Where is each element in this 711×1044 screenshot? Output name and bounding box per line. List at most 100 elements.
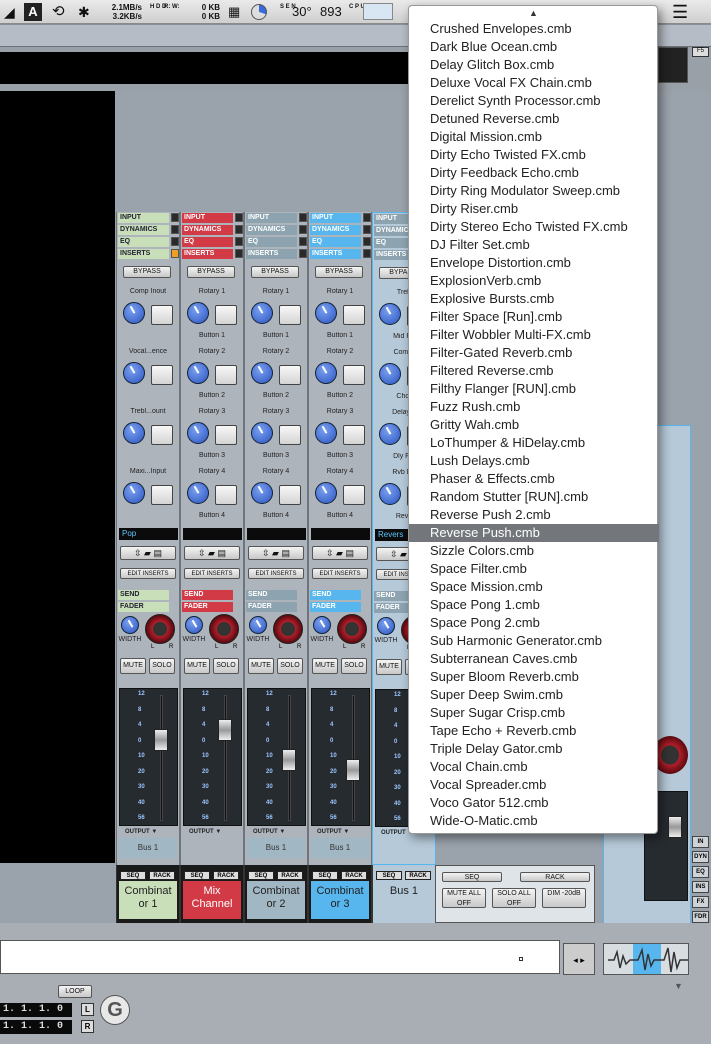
loop-button[interactable]: LOOP: [58, 985, 92, 998]
lane-input[interactable]: INPUT: [182, 213, 233, 223]
menu-item[interactable]: Fuzz Rush.cmb: [409, 398, 659, 416]
lane-led[interactable]: [299, 249, 307, 258]
time-machine-icon[interactable]: ⟲: [52, 0, 65, 24]
menu-item[interactable]: Wide-O-Matic.cmb: [409, 812, 659, 830]
master-seq-button[interactable]: SEQ: [442, 872, 502, 882]
scroll-up-icon[interactable]: ▲: [529, 8, 538, 18]
menu-item[interactable]: Detuned Reverse.cmb: [409, 110, 659, 128]
rotary-knob[interactable]: [187, 302, 209, 324]
lane-input[interactable]: INPUT: [118, 213, 169, 223]
lane-eq[interactable]: EQ: [246, 237, 297, 247]
side-button-in[interactable]: IN: [692, 836, 709, 848]
menu-item[interactable]: LoThumper & HiDelay.cmb: [409, 434, 659, 452]
master-rack-button[interactable]: RACK: [520, 872, 590, 882]
patch-button[interactable]: [151, 365, 173, 385]
lane-led[interactable]: [171, 237, 179, 246]
bluetooth-icon[interactable]: ✱: [78, 0, 90, 24]
menu-item[interactable]: Gritty Wah.cmb: [409, 416, 659, 434]
lane-send[interactable]: SEND: [118, 590, 169, 600]
lane-led[interactable]: [299, 237, 307, 246]
patch-button[interactable]: [215, 485, 237, 505]
solo-button[interactable]: SOLO: [277, 658, 303, 674]
menu-item[interactable]: Filthy Flanger [RUN].cmb: [409, 380, 659, 398]
scroll-down-icon[interactable]: ▼: [674, 981, 683, 991]
lane-eq[interactable]: EQ: [182, 237, 233, 247]
mute-button[interactable]: MUTE: [376, 659, 402, 675]
lane-led[interactable]: [363, 249, 371, 258]
patch-button[interactable]: [151, 485, 173, 505]
lane-dynamics[interactable]: DYNAMICS: [310, 225, 361, 235]
lane-send[interactable]: SEND: [310, 590, 361, 600]
rotary-knob[interactable]: [379, 363, 401, 385]
rotary-knob[interactable]: [379, 423, 401, 445]
menu-item[interactable]: Envelope Distortion.cmb: [409, 254, 659, 272]
patch-button[interactable]: [343, 485, 365, 505]
rack-button[interactable]: RACK: [341, 871, 367, 880]
menu-item[interactable]: Phaser & Effects.cmb: [409, 470, 659, 488]
side-button-fdr[interactable]: FDR: [692, 911, 709, 923]
solo-button[interactable]: SOLO: [213, 658, 239, 674]
menu-item[interactable]: ExplosionVerb.cmb: [409, 272, 659, 290]
menu-item[interactable]: Reverse Push 2.cmb: [409, 506, 659, 524]
menu-item[interactable]: Sub Harmonic Generator.cmb: [409, 632, 659, 650]
seq-button[interactable]: SEQ: [184, 871, 210, 880]
edit-inserts-button[interactable]: EDIT INSERTS: [312, 568, 368, 579]
width-knob[interactable]: [313, 616, 331, 634]
solo-button[interactable]: SOLO: [149, 658, 175, 674]
seq-button[interactable]: SEQ: [376, 871, 402, 880]
lane-led[interactable]: [363, 237, 371, 246]
patch-browse-buttons[interactable]: ⇳ ▰ ▤: [312, 546, 368, 560]
patch-button[interactable]: [343, 305, 365, 325]
lane-led[interactable]: [363, 225, 371, 234]
app-logo-icon[interactable]: A: [24, 3, 42, 21]
rack-button[interactable]: RACK: [149, 871, 175, 880]
menu-item[interactable]: Subterranean Caves.cmb: [409, 650, 659, 668]
lane-led[interactable]: [235, 225, 243, 234]
rotary-knob[interactable]: [187, 422, 209, 444]
menu-item[interactable]: Filter Wobbler Multi-FX.cmb: [409, 326, 659, 344]
patch-button[interactable]: [279, 305, 301, 325]
rotary-knob[interactable]: [251, 362, 273, 384]
patch-button[interactable]: [215, 365, 237, 385]
output-selector[interactable]: OUTPUT ▼: [253, 829, 285, 835]
rotary-knob[interactable]: [123, 422, 145, 444]
seq-button[interactable]: SEQ: [248, 871, 274, 880]
lane-input[interactable]: INPUT: [310, 213, 361, 223]
lane-led[interactable]: [171, 225, 179, 234]
width-knob[interactable]: [377, 617, 395, 635]
menu-item[interactable]: Dirty Riser.cmb: [409, 200, 659, 218]
menu-item[interactable]: Deluxe Vocal FX Chain.cmb: [409, 74, 659, 92]
bypass-button[interactable]: BYPASS: [251, 266, 299, 278]
menu-item[interactable]: Filter Space [Run].cmb: [409, 308, 659, 326]
menu-item[interactable]: Voco Gator 512.cmb: [409, 794, 659, 812]
menu-item[interactable]: Random Stutter [RUN].cmb: [409, 488, 659, 506]
left-locator-button[interactable]: L: [81, 1003, 94, 1016]
bus-output[interactable]: Bus 1: [247, 838, 305, 858]
rotary-knob[interactable]: [251, 302, 273, 324]
f5-button[interactable]: F5: [692, 47, 709, 57]
side-button-fx[interactable]: FX: [692, 896, 709, 908]
side-button-eq[interactable]: EQ: [692, 866, 709, 878]
lane-inserts[interactable]: INSERTS: [118, 249, 169, 259]
rotary-knob[interactable]: [123, 362, 145, 384]
lane-led[interactable]: [235, 213, 243, 222]
patch-button[interactable]: [215, 305, 237, 325]
channel-fader[interactable]: [346, 759, 360, 781]
output-selector[interactable]: OUTPUT ▼: [317, 829, 349, 835]
lane-inserts[interactable]: INSERTS: [182, 249, 233, 259]
rack-button[interactable]: RACK: [213, 871, 239, 880]
rotary-knob[interactable]: [187, 362, 209, 384]
edit-inserts-button[interactable]: EDIT INSERTS: [184, 568, 240, 579]
rack-button[interactable]: RACK: [405, 871, 431, 880]
menu-item[interactable]: Filter-Gated Reverb.cmb: [409, 344, 659, 362]
rotary-knob[interactable]: [315, 302, 337, 324]
channel-name[interactable]: Combinat or 3: [311, 881, 369, 919]
menu-item[interactable]: Digital Mission.cmb: [409, 128, 659, 146]
mute-button[interactable]: MUTE: [120, 658, 146, 674]
master-fader[interactable]: [668, 816, 682, 838]
output-selector[interactable]: OUTPUT ▼: [189, 829, 221, 835]
rotary-knob[interactable]: [315, 422, 337, 444]
menu-item[interactable]: Dirty Echo Twisted FX.cmb: [409, 146, 659, 164]
menu-item[interactable]: Dirty Stereo Echo Twisted FX.cmb: [409, 218, 659, 236]
speaker-icon[interactable]: ◢: [4, 0, 15, 24]
